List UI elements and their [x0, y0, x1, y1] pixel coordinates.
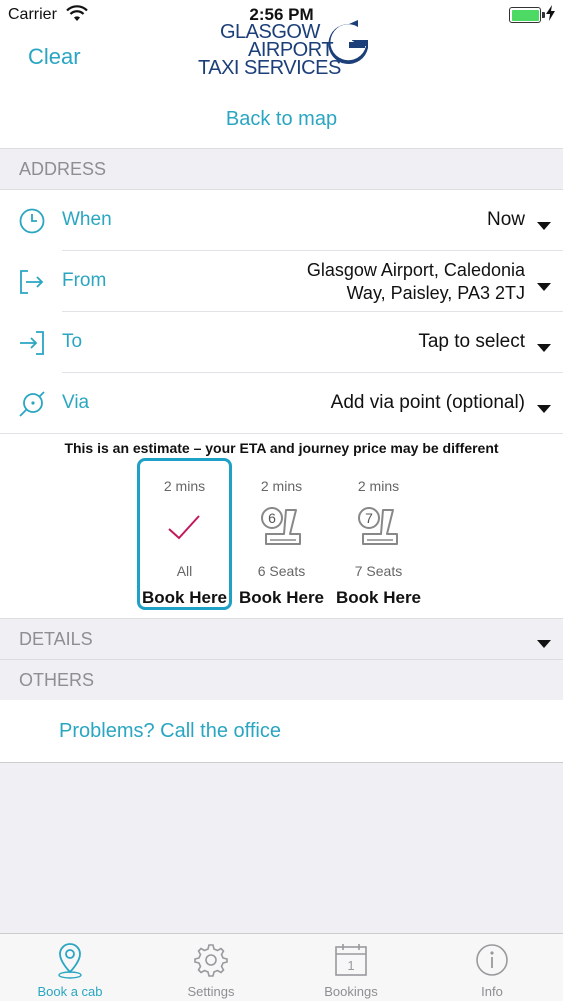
logo-line-3: TAXI SERVICES — [198, 57, 341, 79]
from-icon — [18, 268, 46, 301]
when-label: When — [62, 209, 112, 230]
glasgow-airport-taxi-logo: GLASGOW AIRPORT TAXI SERVICES — [196, 20, 371, 80]
nav-header: Clear GLASGOW AIRPORT TAXI SERVICES — [0, 20, 563, 89]
option-caption: All — [176, 563, 193, 579]
option-eta: 2 mins — [357, 478, 400, 494]
gear-icon — [193, 942, 229, 983]
from-label: From — [62, 270, 107, 291]
chevron-down-icon — [537, 217, 551, 235]
via-value: Add via point (optional) — [330, 392, 525, 413]
back-to-map-row[interactable]: Back to map — [0, 88, 563, 148]
from-value-line-1: Glasgow Airport, Caledonia — [306, 260, 525, 280]
vehicle-option-7-seats[interactable]: 2 mins 7 7 Seats Book Here — [331, 458, 426, 610]
logo-g-emblem-icon — [328, 20, 368, 64]
from-value-line-2: Way, Paisley, PA3 2TJ — [346, 283, 525, 303]
to-icon — [18, 329, 46, 362]
seat-number: 6 — [268, 510, 276, 526]
via-icon — [18, 390, 46, 423]
book-here-button[interactable]: Book Here — [321, 588, 436, 608]
clock-icon — [18, 207, 46, 240]
tab-bar: Book a cab Settings 1 Bookings Info — [0, 933, 563, 1001]
tab-bookings[interactable]: 1 Bookings — [281, 934, 421, 1001]
option-caption: 6 Seats — [257, 563, 306, 579]
address-section-header: ADDRESS — [0, 148, 563, 190]
car-seat-7-icon: 7 — [353, 502, 405, 559]
seat-number: 7 — [365, 510, 373, 526]
option-eta: 2 mins — [163, 478, 206, 494]
others-section-header: OTHERS — [0, 659, 563, 701]
to-label: To — [62, 331, 83, 352]
chevron-down-icon — [537, 278, 551, 296]
chevron-down-icon — [537, 635, 551, 653]
via-label: Via — [62, 392, 90, 413]
tab-label: Info — [481, 984, 503, 999]
option-caption: 7 Seats — [354, 563, 403, 579]
vehicle-option-6-seats[interactable]: 2 mins 6 6 Seats Book Here — [234, 458, 329, 610]
back-to-map-link[interactable]: Back to map — [0, 108, 563, 131]
calendar-badge: 1 — [347, 958, 354, 973]
calendar-icon: 1 — [333, 942, 369, 983]
checkmark-icon — [159, 502, 211, 559]
tab-label: Bookings — [324, 984, 378, 999]
location-pin-icon — [55, 942, 85, 985]
tab-label: Settings — [187, 984, 235, 999]
to-row[interactable]: To Tap to select — [0, 312, 563, 373]
address-section-label: ADDRESS — [19, 159, 107, 179]
chevron-down-icon — [537, 400, 551, 418]
details-section-label: DETAILS — [19, 629, 93, 649]
option-eta: 2 mins — [260, 478, 303, 494]
from-value: Glasgow Airport, Caledonia Way, Paisley,… — [307, 259, 525, 305]
details-section-header[interactable]: DETAILS — [0, 618, 563, 660]
when-value: Now — [486, 209, 525, 230]
to-value: Tap to select — [418, 331, 525, 352]
call-office-link[interactable]: Problems? Call the office — [59, 720, 281, 743]
when-row[interactable]: When Now — [0, 190, 563, 251]
info-icon — [474, 942, 510, 983]
tab-info[interactable]: Info — [422, 934, 562, 1001]
others-section-label: OTHERS — [19, 670, 95, 690]
chevron-down-icon — [537, 339, 551, 357]
address-block: When Now From Glasgow Airport, Caledonia… — [0, 190, 563, 618]
charging-icon — [546, 5, 555, 26]
car-seat-6-icon: 6 — [256, 502, 308, 559]
tab-label: Book a cab — [37, 984, 103, 999]
from-row[interactable]: From Glasgow Airport, Caledonia Way, Pai… — [0, 251, 563, 312]
battery-icon — [509, 7, 545, 23]
tab-book-a-cab[interactable]: Book a cab — [0, 934, 140, 1001]
clear-button[interactable]: Clear — [28, 44, 81, 70]
vehicle-option-all[interactable]: 2 mins All Book Here — [137, 458, 232, 610]
call-office-row[interactable]: Problems? Call the office — [0, 700, 563, 763]
via-row[interactable]: Via Add via point (optional) — [0, 373, 563, 434]
tab-settings[interactable]: Settings — [141, 934, 281, 1001]
estimate-note: This is an estimate – your ETA and journ… — [64, 440, 499, 456]
